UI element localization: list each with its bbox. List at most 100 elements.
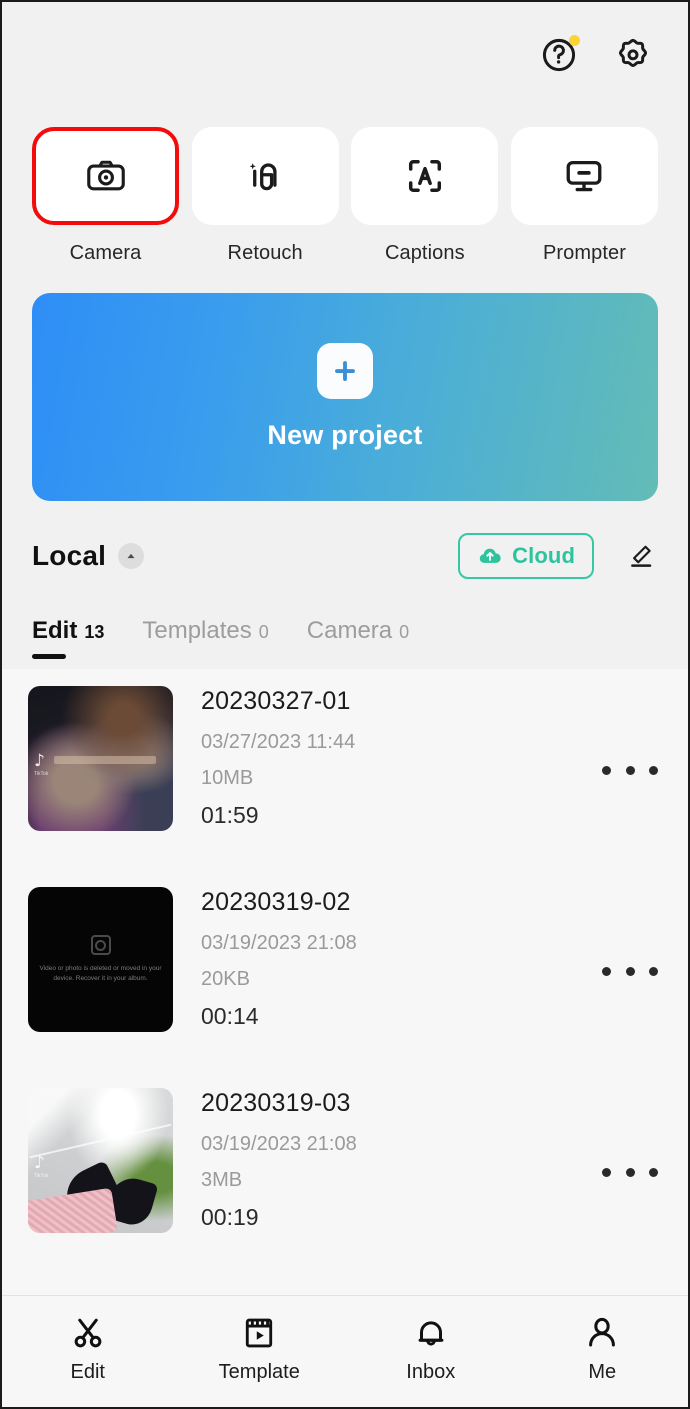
project-date: 03/19/2023 21:08: [201, 932, 357, 954]
dot: [625, 1167, 635, 1177]
app-root: Camera Retouch Captions Prompter New pro…: [0, 0, 690, 1409]
dot: [602, 966, 611, 976]
nav-label: Edit: [70, 1360, 105, 1383]
table-row[interactable]: ♪ TikTok 20230327-01 03/27/2023 11:44 10…: [2, 683, 688, 884]
quick-action-label: Captions: [384, 242, 465, 264]
app-header: [2, 2, 688, 108]
tab-label: Edit: [32, 617, 78, 644]
dot: [602, 765, 611, 775]
edit-projects-button[interactable]: [624, 539, 658, 573]
quick-action-captions[interactable]: Captions: [351, 127, 499, 265]
project-name: 20230319-03: [201, 1089, 351, 1117]
project-date: 03/19/2023 21:08: [201, 1133, 357, 1155]
prompter-card[interactable]: [510, 127, 658, 225]
nav-label: Me: [588, 1360, 617, 1383]
table-row[interactable]: Video or photo is deleted or moved in yo…: [2, 884, 688, 1085]
project-meta: 20230327-01 03/27/2023 11:44 10MB 01:59: [201, 683, 355, 829]
project-thumbnail: ♪ TikTok: [28, 686, 173, 831]
floor-seam: [29, 1123, 172, 1159]
storage-row: Local Cloud: [32, 531, 658, 581]
pink-blanket: [28, 1188, 118, 1233]
project-size: 3MB: [201, 1169, 243, 1191]
cloud-button-label: Cloud: [512, 543, 575, 568]
project-duration: 00:14: [201, 1003, 259, 1029]
camera-icon: [86, 160, 125, 191]
nav-item-edit[interactable]: Edit: [28, 1314, 148, 1384]
help-button[interactable]: [538, 34, 580, 76]
project-size: 10MB: [201, 767, 254, 789]
watermark-label: TikTok: [34, 1172, 49, 1179]
tab-label: Templates: [142, 617, 252, 644]
cloud-upload-icon: [479, 548, 501, 563]
nav-item-inbox[interactable]: Inbox: [371, 1314, 491, 1384]
person-icon: [589, 1317, 616, 1347]
nav-label: Inbox: [406, 1360, 456, 1383]
dot: [649, 1167, 658, 1177]
project-thumbnail: Video or photo is deleted or moved in yo…: [28, 887, 173, 1032]
bell-icon: [418, 1320, 444, 1346]
tab-count: 0: [258, 622, 269, 642]
project-duration: 00:19: [201, 1204, 259, 1230]
more-options-icon[interactable]: [602, 1157, 658, 1187]
tiktok-watermark: ♪ TikTok: [34, 1152, 49, 1179]
retouch-card[interactable]: [191, 127, 339, 225]
bottom-navigation: Edit Template Inbox Me: [2, 1295, 688, 1407]
project-list: ♪ TikTok 20230327-01 03/27/2023 11:44 10…: [2, 669, 688, 1295]
project-thumbnail: ♪ TikTok: [28, 1088, 173, 1233]
tab-count: 0: [399, 622, 410, 642]
local-selector[interactable]: Local: [32, 540, 145, 572]
tab-templates[interactable]: Templates 0: [142, 617, 268, 649]
project-date: 03/27/2023 11:44: [201, 731, 356, 753]
nav-item-template[interactable]: Template: [199, 1314, 319, 1384]
missing-media-icon: [90, 935, 111, 956]
plus-icon: [317, 343, 373, 399]
dot: [602, 1167, 611, 1177]
more-options-icon[interactable]: [602, 956, 658, 986]
tab-camera[interactable]: Camera 0: [307, 617, 409, 649]
camera-card[interactable]: [32, 127, 179, 225]
template-card-icon: [246, 1318, 273, 1347]
help-notification-dot: [569, 35, 580, 46]
project-name: 20230319-02: [201, 888, 351, 916]
project-tabs: Edit 13 Templates 0 Camera 0: [32, 607, 658, 659]
tab-active-underline: [32, 654, 66, 659]
local-title: Local: [32, 540, 107, 571]
prompter-icon: [567, 160, 602, 192]
quick-action-camera[interactable]: Camera: [32, 127, 179, 265]
nav-item-me[interactable]: Me: [542, 1314, 662, 1384]
quick-action-label: Camera: [69, 242, 142, 264]
tab-count: 13: [84, 622, 105, 642]
new-project-label: New project: [267, 420, 423, 450]
cloud-button[interactable]: Cloud: [458, 533, 594, 579]
project-size: 20KB: [201, 968, 250, 990]
retouch-icon: [249, 163, 277, 191]
project-meta: 20230319-02 03/19/2023 21:08 20KB 00:14: [201, 884, 357, 1030]
table-row[interactable]: ♪ TikTok 20230319-03 03/19/2023 21:08 3M…: [2, 1085, 688, 1286]
tab-label: Camera: [306, 617, 393, 644]
more-options-icon[interactable]: [602, 755, 658, 785]
dot: [625, 966, 635, 976]
pencil-icon: [631, 545, 652, 567]
dot: [625, 765, 635, 775]
watermark-label: TikTok: [34, 770, 49, 777]
project-name: 20230327-01: [201, 687, 351, 715]
tiktok-watermark: ♪ TikTok: [34, 750, 49, 777]
missing-media-text: Video or photo is deleted or moved in yo…: [39, 965, 162, 982]
thumbnail-subtitle-bar: [54, 755, 156, 764]
new-project-banner[interactable]: New project: [32, 293, 658, 501]
nav-label: Template: [218, 1360, 300, 1383]
project-duration: 01:59: [201, 802, 259, 828]
quick-action-label: Retouch: [227, 242, 303, 264]
quick-action-label: Prompter: [542, 242, 626, 264]
settings-button[interactable]: [612, 34, 654, 76]
dot: [649, 765, 658, 775]
quick-action-prompter[interactable]: Prompter: [510, 127, 658, 265]
dot: [649, 966, 658, 976]
quick-actions-row: Camera Retouch Captions Prompter: [2, 127, 688, 265]
chevron-up-icon[interactable]: [118, 543, 145, 569]
project-meta: 20230319-03 03/19/2023 21:08 3MB 00:19: [201, 1085, 357, 1231]
tab-edit[interactable]: Edit 13: [32, 617, 105, 659]
captions-card[interactable]: [351, 127, 499, 225]
quick-action-retouch[interactable]: Retouch: [191, 127, 339, 265]
captions-icon: [408, 159, 441, 193]
